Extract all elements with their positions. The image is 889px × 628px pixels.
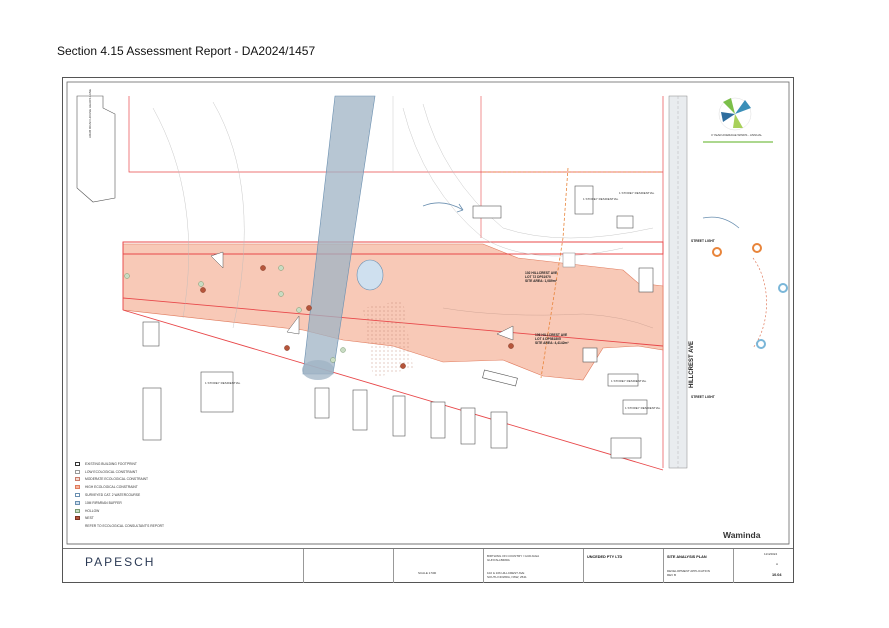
legend-label: REFER TO ECOLOGICAL CONSULTANT'S REPORT <box>85 524 164 529</box>
drawing-title-cell: SITE ANALYSIS PLAN DEVELOPMENT APPLICATI… <box>663 549 733 583</box>
drawing-number-cell: 11/4/2024 A 10.04 <box>733 549 793 583</box>
existing-dam <box>356 259 384 291</box>
legend-item: EXISTING BUILDING FOOTPRINT <box>75 460 205 468</box>
legend-swatch <box>75 524 80 529</box>
legend-swatch <box>75 477 80 482</box>
neighbour-building <box>76 95 116 203</box>
client-cell: UNCEDED PTY LTD <box>583 549 663 583</box>
residence-label: 1 STOREY RESIDENTIAL <box>205 381 241 385</box>
legend-item: HIGH ECOLOGICAL CONSTRAINT <box>75 483 205 491</box>
legend-swatch <box>75 500 80 505</box>
legend-swatch <box>75 508 80 513</box>
waminda-logo: Waminda <box>723 530 761 540</box>
project-cell: BIRTHING ON COUNTRY / GUDJAGA GUNYAH-BIR… <box>483 549 583 583</box>
legend-label: SURVEYED CAT. 2 WATERCOURSE <box>85 493 141 498</box>
legend-item: SURVEYED CAT. 2 WATERCOURSE <box>75 491 205 499</box>
legend-item: MODERATE ECOLOGICAL CONSTRAINT <box>75 476 205 484</box>
legend-item: 10M RIPARIAN BUFFER <box>75 499 205 507</box>
legend-label: LOW ECOLOGICAL CONSTRAINT <box>85 469 138 474</box>
street-name: HILLCREST AVE <box>689 341 695 388</box>
scale-cell: SCALE 1:500 <box>393 549 483 583</box>
residence-label: 1 STOREY RESIDENTIAL <box>611 379 647 383</box>
legend: EXISTING BUILDING FOOTPRINT LOW ECOLOGICA… <box>75 460 205 530</box>
report-title: Section 4.15 Assessment Report - DA2024/… <box>57 44 316 58</box>
legend-label: MODERATE ECOLOGICAL CONSTRAINT <box>85 477 149 482</box>
legend-label: HIGH ECOLOGICAL CONSTRAINT <box>85 485 138 490</box>
title-block: PAPESCH SCALE 1:500 BIRTHING ON COUNTRY … <box>63 548 793 583</box>
legend-item: NEST <box>75 515 205 523</box>
svg-text:SITE AREA: 4,4142m²: SITE AREA: 4,4142m² <box>535 341 569 345</box>
residence-label: 1 STOREY RESIDENTIAL <box>625 406 661 410</box>
legend-item: LOW ECOLOGICAL CONSTRAINT <box>75 468 205 476</box>
residence-label: 1 STOREY RESIDENTIAL <box>619 191 655 195</box>
legend-swatch <box>75 469 80 474</box>
firm-logo: PAPESCH <box>85 555 156 569</box>
residence-label: 1 STOREY RESIDENTIAL <box>583 197 619 201</box>
street-light-bottom: STREET LIGHT <box>691 395 715 399</box>
arab-road-label: ARAB ROAD HOUSE HEADS LANE <box>88 89 92 138</box>
winds-caption: 3 YEAR AVERAGE WINDS - ANNUAL <box>711 133 762 137</box>
legend-label: HOLLOW <box>85 508 100 513</box>
riparian-end <box>302 360 334 380</box>
legend-swatch <box>75 493 80 498</box>
legend-label: EXISTING BUILDING FOOTPRINT <box>85 461 137 466</box>
drawing-sheet: ARAB ROAD HOUSE HEADS LANE 3 YEAR AVERAG… <box>62 77 794 583</box>
legend-swatch <box>75 516 80 521</box>
legend-item: REFER TO ECOLOGICAL CONSULTANT'S REPORT <box>75 522 205 530</box>
legend-item: HOLLOW <box>75 507 205 515</box>
legend-label: 10M RIPARIAN BUFFER <box>85 500 122 505</box>
upper-lot-boundary <box>128 96 663 173</box>
svg-text:SITE AREA: 1,089m²: SITE AREA: 1,089m² <box>525 279 558 283</box>
street-light-top: STREET LIGHT <box>691 239 715 243</box>
legend-swatch <box>75 461 80 466</box>
notes-cell <box>303 549 393 583</box>
legend-swatch <box>75 485 80 490</box>
legend-label: NEST <box>85 516 94 521</box>
